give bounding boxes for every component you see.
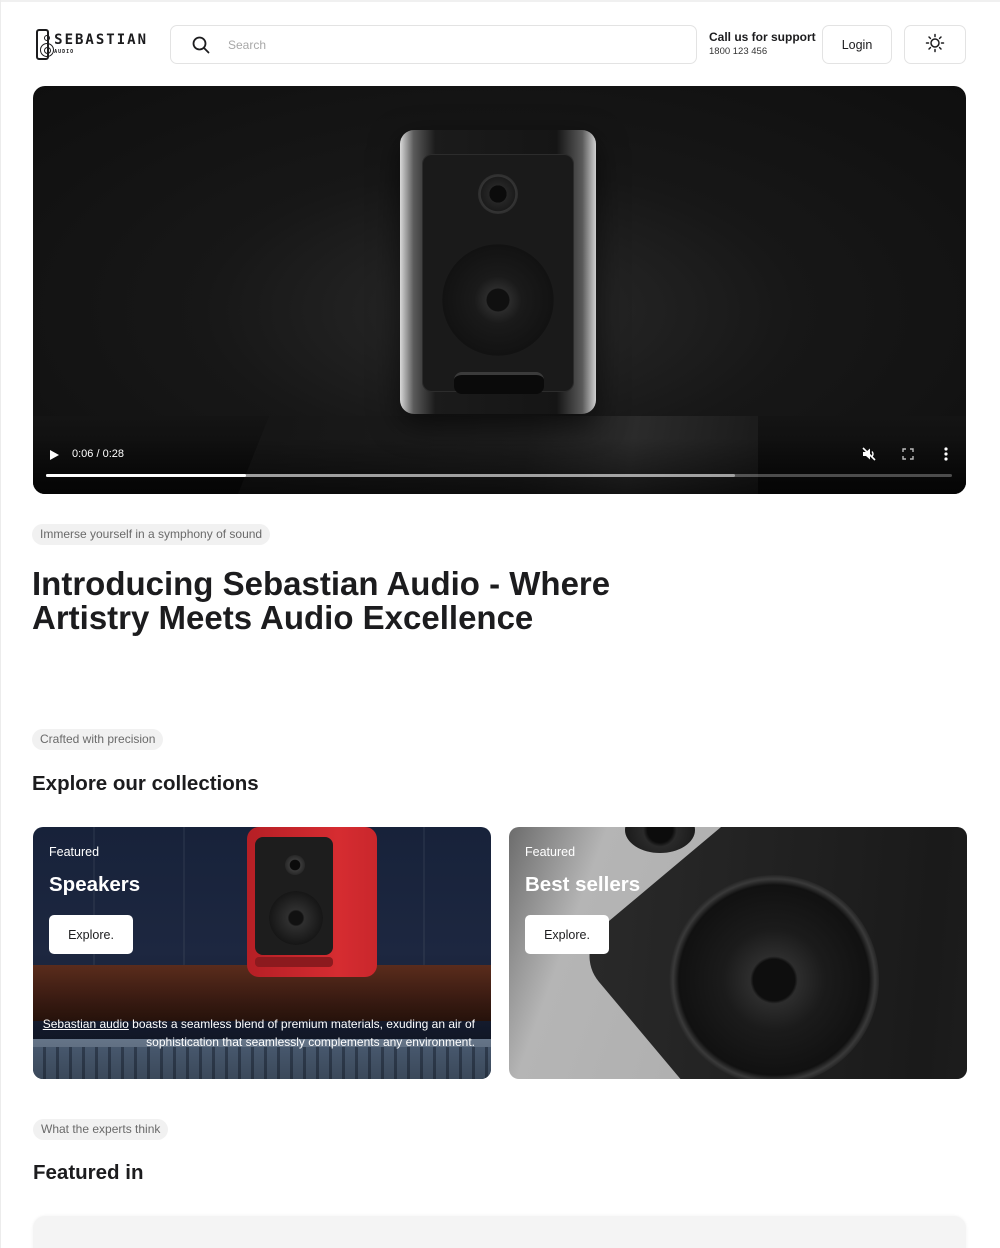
featured-title: Featured in <box>33 1161 144 1184</box>
video-time: 0:06 / 0:28 <box>72 448 124 460</box>
fullscreen-icon[interactable] <box>901 447 915 461</box>
card-label: Featured <box>49 845 100 859</box>
card-caption: Sebastian audio boasts a seamless blend … <box>35 1015 475 1051</box>
video-controls: 0:06 / 0:28 <box>33 438 966 494</box>
studio-monitor-image <box>400 130 596 414</box>
theme-toggle-button[interactable] <box>904 25 966 64</box>
support-contact[interactable]: Call us for support 1800 123 456 <box>709 30 816 57</box>
speaker-logo-icon <box>36 28 54 60</box>
video-progress-bar[interactable] <box>46 474 952 477</box>
collections-title: Explore our collections <box>32 772 259 795</box>
woofer-closeup <box>669 875 879 1079</box>
featured-logos-panel <box>33 1216 966 1248</box>
tweeter-closeup <box>625 827 695 853</box>
red-speaker-image <box>247 827 377 977</box>
left-border <box>0 0 1 1248</box>
featured-tag: What the experts think <box>33 1119 169 1140</box>
hero-video[interactable]: 0:06 / 0:28 <box>33 86 966 494</box>
mute-icon[interactable] <box>861 446 877 462</box>
explore-best-sellers-button[interactable]: Explore. <box>525 915 609 954</box>
hero-title: Introducing Sebastian Audio - Where Arti… <box>32 567 632 635</box>
search-bar[interactable] <box>170 25 697 64</box>
play-icon[interactable] <box>47 448 61 462</box>
video-played <box>46 474 246 477</box>
support-title: Call us for support <box>709 30 816 44</box>
search-input[interactable] <box>228 37 668 52</box>
card-label: Featured <box>525 845 576 859</box>
sun-icon <box>925 33 945 56</box>
card-title: Speakers <box>49 873 141 896</box>
brand-logo[interactable]: SEBASTIAN AUDIO <box>36 28 148 60</box>
hero-title-line-1: Introducing Sebastian Audio - Where <box>32 565 611 602</box>
caption-text: boasts a seamless blend of premium mater… <box>128 1017 475 1049</box>
site-header: SEBASTIAN AUDIO Call us for support 1800… <box>0 0 1000 86</box>
intro-tag: Immerse yourself in a symphony of sound <box>32 524 271 545</box>
more-vertical-icon[interactable] <box>939 446 953 462</box>
collection-card-speakers[interactable]: Featured Speakers Explore. Sebastian aud… <box>33 827 491 1079</box>
collection-card-best-sellers[interactable]: Featured Best sellers Explore. <box>509 827 967 1079</box>
logo-name: SEBASTIAN <box>54 32 148 48</box>
login-button[interactable]: Login <box>822 25 892 64</box>
hero-title-line-2: Artistry Meets Audio Excellence <box>32 599 534 636</box>
collections-tag: Crafted with precision <box>32 729 164 750</box>
explore-speakers-button[interactable]: Explore. <box>49 915 133 954</box>
wall-panel <box>423 827 425 965</box>
wall-panel <box>183 827 185 965</box>
card-title: Best sellers <box>525 873 641 896</box>
logo-wordmark: SEBASTIAN AUDIO <box>54 33 148 55</box>
search-icon <box>192 36 210 54</box>
logo-subtitle: AUDIO <box>54 49 75 55</box>
brand-link[interactable]: Sebastian audio <box>43 1017 129 1031</box>
support-phone[interactable]: 1800 123 456 <box>709 46 816 57</box>
